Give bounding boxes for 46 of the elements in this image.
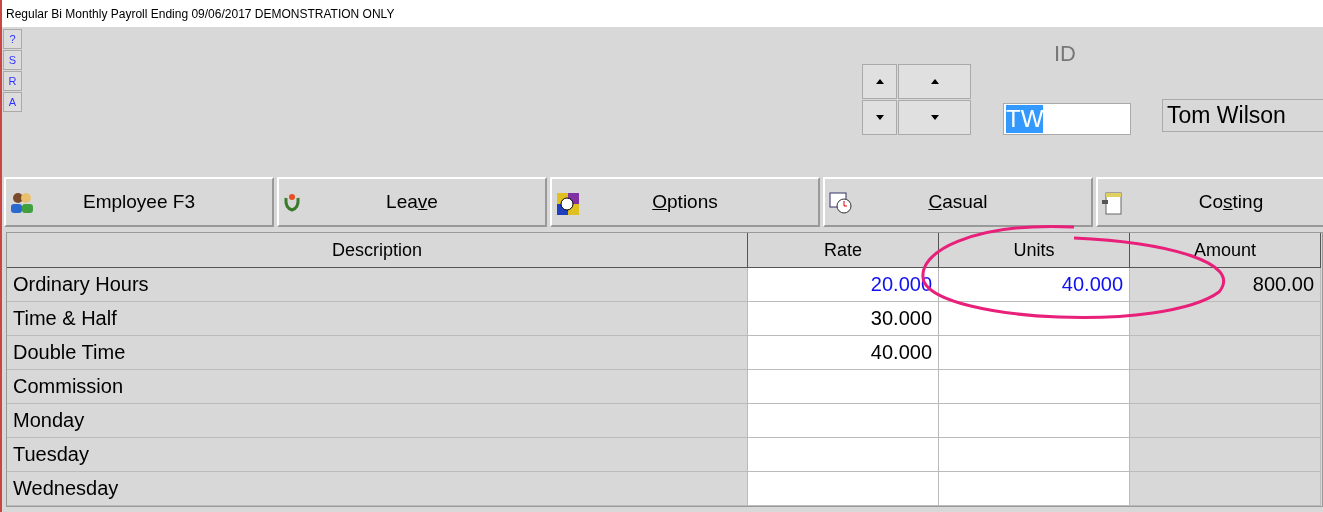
calendar-icon xyxy=(1102,192,1122,216)
table-cell: Time & Half xyxy=(7,302,748,336)
scroll-down-button[interactable] xyxy=(862,100,897,135)
up-arrow-icon xyxy=(875,79,884,84)
side-button[interactable]: ? xyxy=(3,29,22,49)
table-cell[interactable] xyxy=(748,472,939,506)
window-title: Regular Bi Monthly Payroll Ending 09/06/2017 DEMONSTRATION ONLY xyxy=(2,0,1323,27)
table-cell[interactable] xyxy=(939,472,1130,506)
puzzle-icon xyxy=(556,192,580,216)
name-field: Tom Wilson xyxy=(1162,99,1323,132)
table-cell[interactable] xyxy=(939,336,1130,370)
table-cell: 800.00 xyxy=(1130,268,1321,302)
down-arrow-icon xyxy=(930,115,939,120)
scroll-up-button[interactable] xyxy=(862,64,897,99)
table-cell[interactable]: 40.000 xyxy=(939,268,1130,302)
id-label: ID xyxy=(1054,41,1076,67)
people-icon xyxy=(10,192,34,214)
table-cell: Ordinary Hours xyxy=(7,268,748,302)
table-cell[interactable] xyxy=(939,302,1130,336)
tab-button[interactable]: Casual xyxy=(823,177,1093,227)
tab-button[interactable]: Options xyxy=(550,177,820,227)
table-cell: Commission xyxy=(7,370,748,404)
table-cell: Double Time xyxy=(7,336,748,370)
up-arrow-icon xyxy=(930,79,939,84)
table-cell: Monday xyxy=(7,404,748,438)
table-cell[interactable]: 30.000 xyxy=(748,302,939,336)
scroll-up-button[interactable] xyxy=(898,64,971,99)
table-cell[interactable]: 40.000 xyxy=(748,336,939,370)
table-cell[interactable] xyxy=(748,404,939,438)
table-cell[interactable] xyxy=(748,370,939,404)
clock-icon xyxy=(829,192,853,214)
tab-button[interactable]: Employee F3 xyxy=(4,177,274,227)
scroll-down-button[interactable] xyxy=(898,100,971,135)
side-button[interactable]: S xyxy=(3,50,22,70)
tab-button[interactable]: Leave xyxy=(277,177,547,227)
down-arrow-icon xyxy=(875,115,884,120)
table-cell: Tuesday xyxy=(7,438,748,472)
table-cell: Wednesday xyxy=(7,472,748,506)
tab-button[interactable]: Costing xyxy=(1096,177,1323,227)
laurel-icon xyxy=(283,192,301,212)
table-cell[interactable] xyxy=(939,370,1130,404)
table-cell[interactable] xyxy=(748,438,939,472)
side-button[interactable]: A xyxy=(3,92,22,112)
table-cell[interactable] xyxy=(939,404,1130,438)
side-button[interactable]: R xyxy=(3,71,22,91)
table-cell[interactable] xyxy=(939,438,1130,472)
